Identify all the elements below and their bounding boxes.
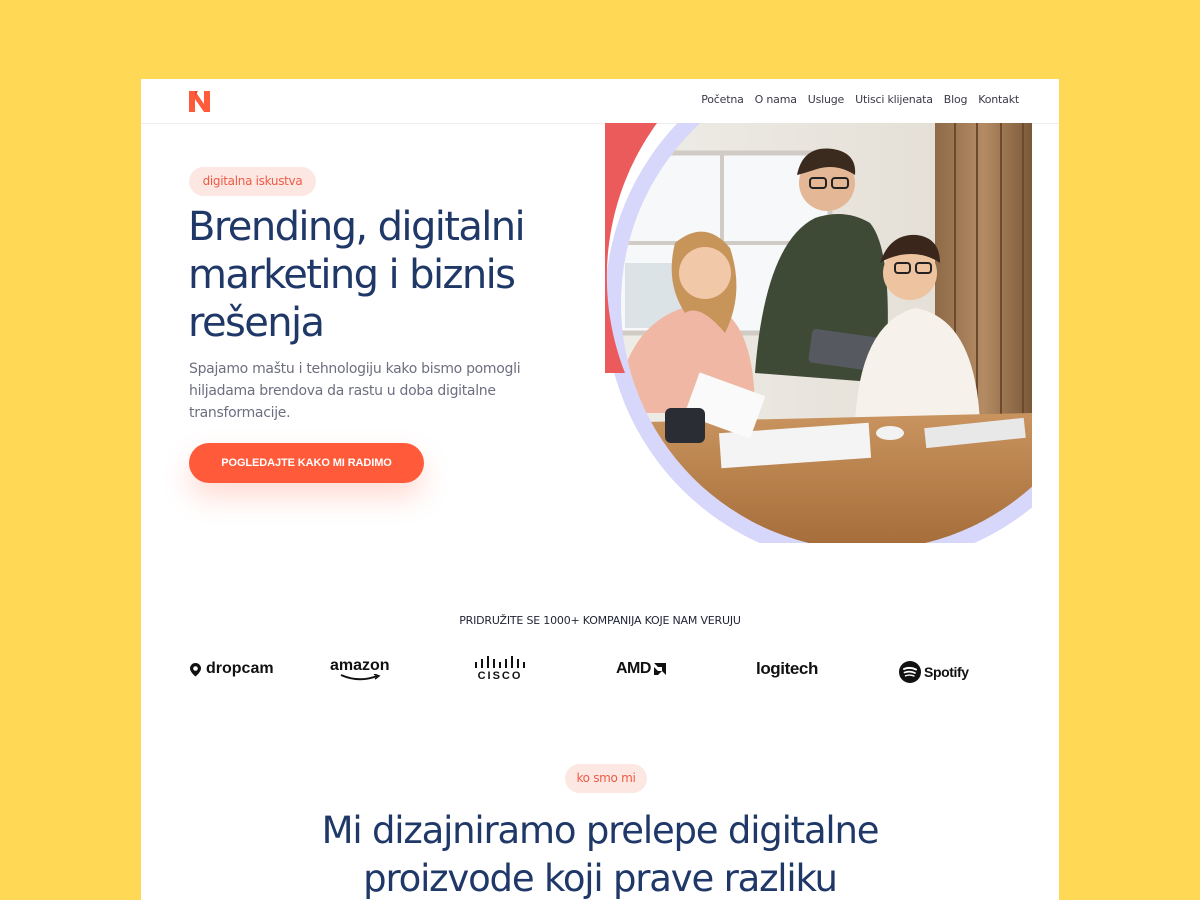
cisco-logo: CISCO bbox=[474, 649, 526, 689]
dropcam-logo: dropcam bbox=[188, 649, 274, 689]
spotify-logo: Spotify bbox=[899, 652, 969, 692]
office-team-photo-icon bbox=[605, 123, 1032, 543]
about-badge: ko smo mi bbox=[565, 764, 647, 793]
hero-subtitle: Spajamo maštu i tehnologiju kako bismo p… bbox=[189, 361, 521, 421]
nav-link-pocetna[interactable]: Početna bbox=[701, 93, 744, 106]
about-title-line-1: Mi dizajniramo prelepe digitalne bbox=[321, 809, 880, 852]
main-nav: Početna O nama Usluge Utisci klijenata B… bbox=[701, 93, 1019, 106]
logitech-logo-text: logitech bbox=[756, 659, 818, 678]
nav-link-o-nama[interactable]: O nama bbox=[755, 93, 797, 106]
amd-arrow-icon bbox=[653, 663, 666, 675]
hero-title: Brending, digitalni marketing i biznis r… bbox=[188, 204, 526, 346]
nav-link-usluge[interactable]: Usluge bbox=[808, 93, 845, 106]
cisco-logo-text: CISCO bbox=[477, 670, 523, 682]
about-title-line-2: proizvode koji prave razliku bbox=[363, 857, 838, 900]
amazon-logo-text: amazon bbox=[330, 656, 390, 674]
landing-page: Početna O nama Usluge Utisci klijenata B… bbox=[141, 79, 1059, 900]
cta-button[interactable]: POGLEDAJTE KAKO MI RADIMO bbox=[189, 443, 424, 483]
brand-logo-icon[interactable] bbox=[188, 90, 212, 113]
spotify-logo-text: Spotify bbox=[924, 664, 969, 680]
spotify-circle-icon bbox=[899, 661, 921, 683]
logitech-logo: logitech bbox=[756, 649, 818, 689]
dropcam-logo-text: dropcam bbox=[206, 660, 274, 677]
cisco-bars-icon bbox=[475, 656, 525, 668]
amd-logo: AMD bbox=[616, 649, 667, 689]
amd-logo-text: AMD bbox=[616, 660, 651, 677]
hero-badge: digitalna iskustva bbox=[189, 167, 316, 196]
amazon-smile-icon bbox=[340, 673, 381, 680]
dropcam-pin-icon bbox=[190, 662, 201, 676]
nav-link-utisci-klijenata[interactable]: Utisci klijenata bbox=[855, 93, 933, 106]
client-logos: dropcam amazon CISCO AMD logitech Spotif… bbox=[188, 649, 988, 689]
site-header: Početna O nama Usluge Utisci klijenata B… bbox=[141, 79, 1059, 124]
trust-title: PRIDRUŽITE SE 1000+ KOMPANIJA KOJE NAM V… bbox=[459, 614, 741, 627]
amazon-logo: amazon bbox=[330, 649, 390, 689]
nav-link-blog[interactable]: Blog bbox=[944, 93, 968, 106]
nav-link-kontakt[interactable]: Kontakt bbox=[978, 93, 1019, 106]
about-title: Mi dizajniramo prelepe digitalne proizvo… bbox=[141, 807, 1059, 900]
